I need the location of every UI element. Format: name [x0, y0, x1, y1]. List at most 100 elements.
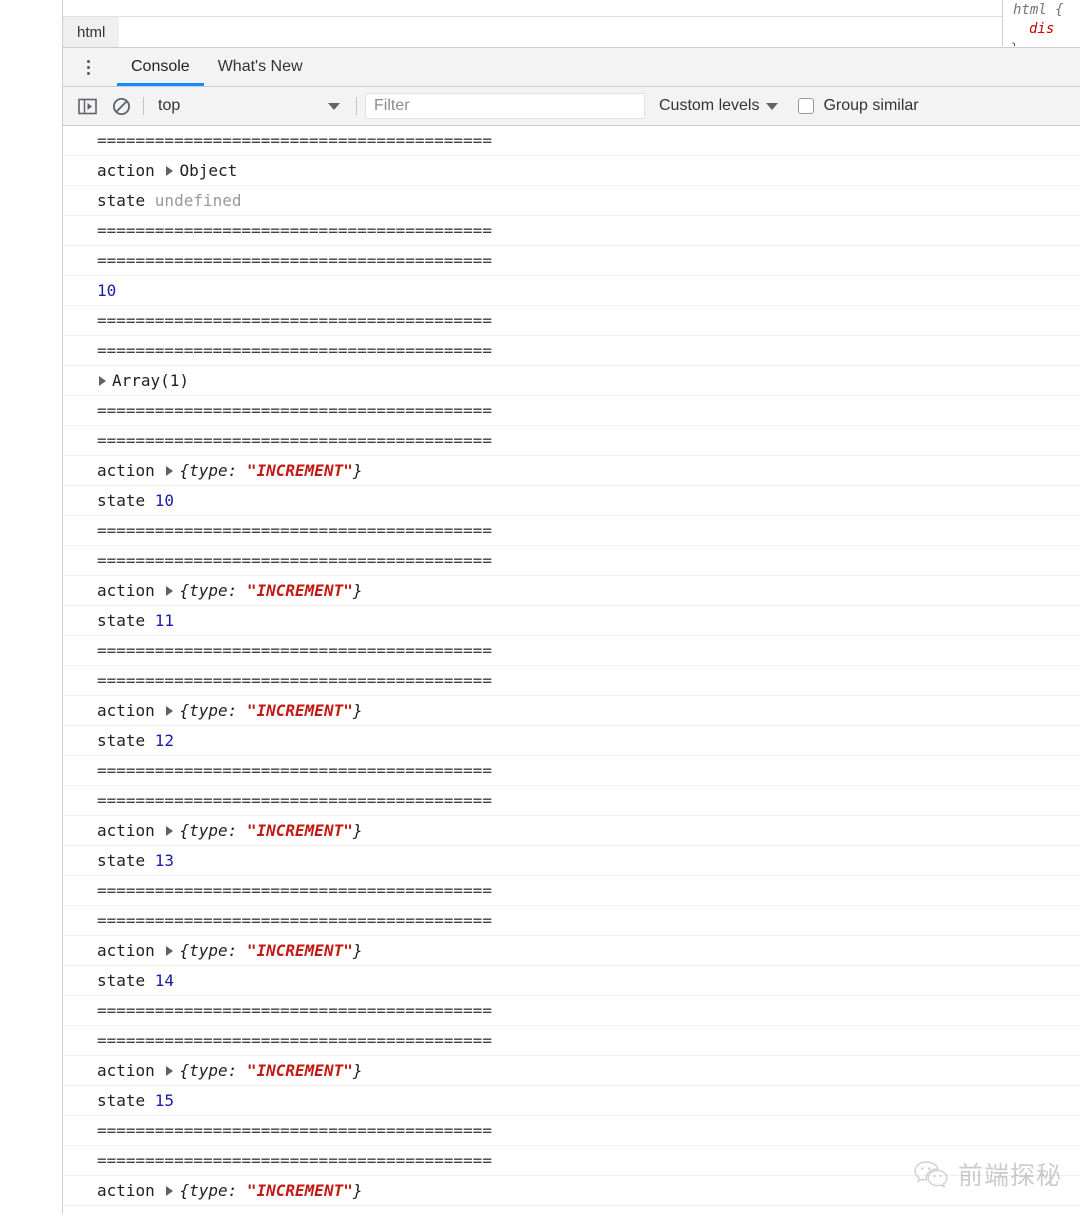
- console-message-row[interactable]: action Object: [63, 156, 1080, 186]
- console-message-row[interactable]: state 10: [63, 486, 1080, 516]
- expand-triangle-icon[interactable]: [166, 1065, 174, 1076]
- styles-closing-brace: }: [1003, 39, 1080, 46]
- console-message-row[interactable]: action {type: "INCREMENT"}: [63, 456, 1080, 486]
- console-message-row[interactable]: state 12: [63, 726, 1080, 756]
- console-object-string-value: "INCREMENT": [246, 581, 353, 600]
- console-message-row[interactable]: ========================================…: [63, 906, 1080, 936]
- console-message-row[interactable]: ========================================…: [63, 216, 1080, 246]
- chevron-down-icon: [766, 102, 779, 110]
- console-separator-text: ========================================…: [97, 1121, 492, 1140]
- console-message-value[interactable]: Object: [179, 161, 237, 180]
- expand-triangle-icon[interactable]: [166, 1185, 174, 1196]
- console-message-value[interactable]: Array(1): [112, 371, 189, 390]
- toolbar-divider-1: [143, 97, 144, 115]
- console-object-close: }: [352, 941, 363, 960]
- tab-whats-new[interactable]: What's New: [204, 48, 317, 86]
- expand-triangle-icon[interactable]: [166, 165, 174, 176]
- dom-breadcrumb: html: [63, 17, 1080, 48]
- tab-whats-new-label: What's New: [217, 58, 303, 75]
- console-message-value: 10: [97, 281, 117, 300]
- console-message-value: 12: [154, 731, 175, 750]
- console-separator-text: ========================================…: [97, 401, 492, 420]
- styles-property-text: dis: [1029, 21, 1055, 37]
- console-message-row[interactable]: Array(1): [63, 366, 1080, 396]
- console-message-row[interactable]: state 11: [63, 606, 1080, 636]
- console-message-row[interactable]: action {type: "INCREMENT"}: [63, 936, 1080, 966]
- console-message-row[interactable]: ========================================…: [63, 546, 1080, 576]
- console-message-row[interactable]: ========================================…: [63, 336, 1080, 366]
- console-separator-text: ========================================…: [97, 131, 492, 150]
- console-message-row[interactable]: action {type: "INCREMENT"}: [63, 576, 1080, 606]
- console-message-row[interactable]: ========================================…: [63, 756, 1080, 786]
- group-similar-toggle[interactable]: Group similar: [798, 97, 919, 115]
- console-message-row[interactable]: ========================================…: [63, 786, 1080, 816]
- console-message-row[interactable]: ========================================…: [63, 1146, 1080, 1176]
- chevron-down-icon: [328, 102, 340, 110]
- console-object-key: {type:: [179, 1061, 247, 1080]
- console-message-label: state: [97, 491, 155, 510]
- console-object-string-value: "INCREMENT": [246, 1181, 353, 1200]
- console-object-key: {type:: [179, 581, 247, 600]
- console-message-row[interactable]: ========================================…: [63, 246, 1080, 276]
- console-message-row[interactable]: state 14: [63, 966, 1080, 996]
- group-similar-checkbox[interactable]: [798, 98, 815, 114]
- console-separator-text: ========================================…: [97, 221, 492, 240]
- console-message-row[interactable]: ========================================…: [63, 396, 1080, 426]
- console-object-close: }: [352, 581, 363, 600]
- log-level-selector[interactable]: Custom levels: [659, 97, 779, 115]
- sidebar-toggle-icon[interactable]: [73, 92, 101, 120]
- console-message-row[interactable]: ========================================…: [63, 516, 1080, 546]
- clear-console-icon[interactable]: [107, 92, 135, 120]
- console-separator-text: ========================================…: [97, 761, 492, 780]
- console-separator-text: ========================================…: [97, 911, 492, 930]
- expand-triangle-icon[interactable]: [166, 705, 174, 716]
- console-message-label: state: [97, 191, 155, 210]
- console-message-row[interactable]: ========================================…: [63, 996, 1080, 1026]
- console-message-label: state: [97, 971, 155, 990]
- console-message-row[interactable]: state 16: [63, 1206, 1080, 1214]
- console-message-row[interactable]: state undefined: [63, 186, 1080, 216]
- console-separator-text: ========================================…: [97, 1031, 492, 1050]
- styles-selector-text: html {: [1013, 2, 1064, 18]
- drawer-tabbar: Console What's New: [63, 48, 1080, 87]
- console-message-label: action: [97, 1181, 165, 1200]
- console-separator-text: ========================================…: [97, 521, 492, 540]
- console-message-row[interactable]: ========================================…: [63, 666, 1080, 696]
- console-message-row[interactable]: action {type: "INCREMENT"}: [63, 1176, 1080, 1206]
- tab-console[interactable]: Console: [117, 48, 204, 86]
- console-message-label: action: [97, 161, 165, 180]
- expand-triangle-icon[interactable]: [166, 465, 174, 476]
- execution-context-selector[interactable]: top: [152, 93, 348, 119]
- console-message-row[interactable]: state 13: [63, 846, 1080, 876]
- console-message-row[interactable]: ========================================…: [63, 306, 1080, 336]
- console-separator-text: ========================================…: [97, 251, 492, 270]
- console-message-row[interactable]: ========================================…: [63, 1026, 1080, 1056]
- console-message-row[interactable]: 10: [63, 276, 1080, 306]
- console-message-row[interactable]: action {type: "INCREMENT"}: [63, 696, 1080, 726]
- console-message-row[interactable]: ========================================…: [63, 1116, 1080, 1146]
- console-object-close: }: [352, 701, 363, 720]
- kebab-menu-icon[interactable]: [73, 48, 103, 86]
- console-message-row[interactable]: state 15: [63, 1086, 1080, 1116]
- console-separator-text: ========================================…: [97, 341, 492, 360]
- console-message-row[interactable]: ========================================…: [63, 636, 1080, 666]
- breadcrumb-item-html[interactable]: html: [63, 17, 120, 47]
- console-message-label: state: [97, 731, 155, 750]
- console-object-close: }: [352, 1181, 363, 1200]
- console-object-key: {type:: [179, 461, 247, 480]
- expand-triangle-icon[interactable]: [99, 375, 106, 386]
- console-message-label: action: [97, 581, 165, 600]
- expand-triangle-icon[interactable]: [166, 585, 174, 596]
- console-message-row[interactable]: action {type: "INCREMENT"}: [63, 816, 1080, 846]
- expand-triangle-icon[interactable]: [166, 945, 174, 956]
- console-message-row[interactable]: ========================================…: [63, 426, 1080, 456]
- styles-pane-sliver: html { dis }: [1002, 0, 1080, 46]
- console-message-row[interactable]: ========================================…: [63, 126, 1080, 156]
- console-filter-input[interactable]: Filter: [365, 93, 645, 119]
- console-message-value: undefined: [154, 191, 242, 210]
- console-message-list[interactable]: ========================================…: [63, 126, 1080, 1214]
- expand-triangle-icon[interactable]: [166, 825, 174, 836]
- console-message-row[interactable]: ========================================…: [63, 876, 1080, 906]
- console-message-row[interactable]: action {type: "INCREMENT"}: [63, 1056, 1080, 1086]
- console-object-string-value: "INCREMENT": [246, 701, 353, 720]
